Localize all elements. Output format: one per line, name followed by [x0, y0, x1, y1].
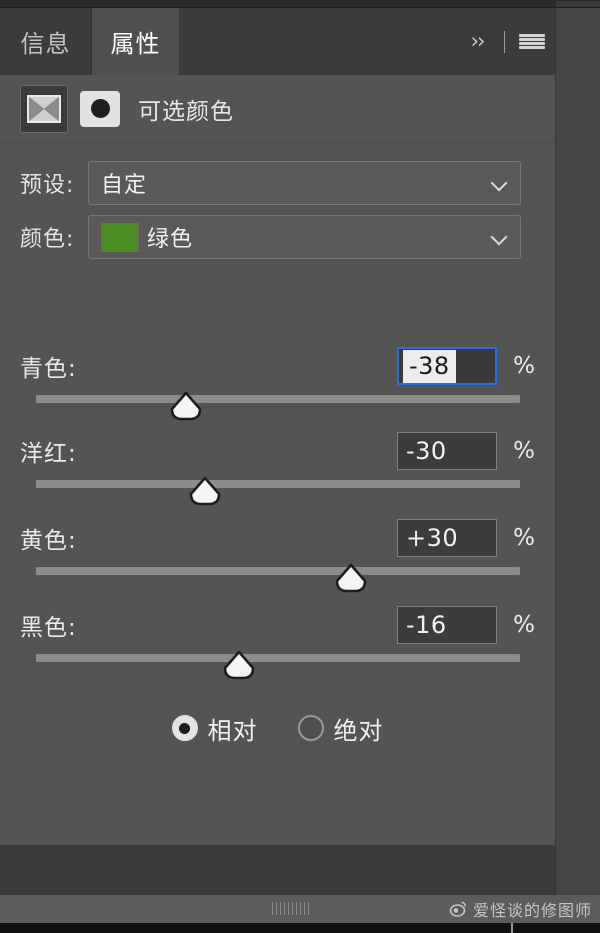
preset-value: 自定: [101, 173, 148, 198]
panel-tab-bar: 信息 属性 ››: [0, 8, 555, 75]
slider-header-magenta: 洋红: -30 %: [0, 428, 555, 474]
radio-relative[interactable]: 相对: [171, 711, 258, 746]
chevron-down-icon: [492, 176, 506, 190]
radio-relative-label: 相对: [207, 716, 258, 745]
window-bottom-edge: [0, 923, 600, 933]
colors-value: 绿色: [147, 227, 194, 252]
value-text-black: -16: [406, 611, 447, 639]
colors-label: 颜色:: [20, 227, 75, 252]
panel-right-gutter: [555, 8, 600, 895]
slider-thumb-magenta[interactable]: [188, 476, 222, 506]
slider-track-wrap-black[interactable]: [20, 648, 535, 684]
slider-label-cyan: 青色:: [20, 356, 77, 382]
radio-absolute-indicator: [297, 715, 324, 741]
mask-shape: [90, 99, 110, 118]
slider-thumb-yellow[interactable]: [334, 563, 368, 593]
panel-menu-icon[interactable]: [519, 32, 545, 52]
slider-track-black: [36, 654, 520, 662]
slider-header-yellow: 黄色: +30 %: [0, 515, 555, 561]
unit-yellow: %: [513, 525, 535, 551]
slider-row-yellow: 黄色: +30 %: [0, 515, 555, 600]
slider-row-magenta: 洋红: -30 %: [0, 428, 555, 513]
window-footer: 爱怪谈的修图师: [0, 895, 600, 923]
slider-header-cyan: 青色: -38 %: [0, 343, 555, 389]
value-input-black[interactable]: -16: [397, 606, 497, 644]
unit-magenta: %: [513, 438, 535, 464]
slider-track-wrap-magenta[interactable]: [20, 474, 535, 510]
photoshop-properties-panel: 信息 属性 ›› 可选颜色 预设: 自定 颜色: 绿色 青色: -38 % 洋红…: [0, 0, 600, 933]
slider-track-magenta: [36, 480, 520, 488]
adjustment-header: 可选颜色: [0, 75, 555, 143]
tab-properties[interactable]: 属性: [92, 8, 180, 75]
slider-track-wrap-cyan[interactable]: [20, 389, 535, 425]
value-input-magenta[interactable]: -30: [397, 432, 497, 470]
double-chevron-right-icon[interactable]: ››: [464, 29, 490, 55]
tab-properties-label: 属性: [110, 30, 161, 58]
colors-row: 颜色: 绿色: [0, 215, 555, 259]
preset-label: 预设:: [20, 173, 75, 198]
tab-info-label: 信息: [20, 30, 71, 58]
panel-tab-controls: ››: [464, 8, 545, 75]
value-input-yellow[interactable]: +30: [397, 519, 497, 557]
slider-header-black: 黑色: -16 %: [0, 602, 555, 648]
value-text-yellow: +30: [406, 524, 459, 552]
slider-row-cyan: 青色: -38 %: [0, 343, 555, 428]
radio-relative-indicator: [171, 715, 198, 741]
slider-label-black: 黑色:: [20, 615, 77, 641]
slider-label-yellow: 黄色:: [20, 528, 77, 554]
weibo-logo-icon: [449, 901, 466, 917]
control-divider: [504, 30, 505, 53]
color-swatch: [101, 222, 139, 252]
slider-thumb-black[interactable]: [222, 650, 256, 680]
properties-panel-body: 可选颜色 预设: 自定 颜色: 绿色 青色: -38 % 洋红: -30 % 黄…: [0, 75, 555, 933]
slider-row-black: 黑色: -16 %: [0, 602, 555, 687]
radio-absolute[interactable]: 绝对: [297, 711, 384, 746]
watermark: 爱怪谈的修图师: [449, 897, 592, 921]
unit-black: %: [513, 612, 535, 638]
chevron-down-icon: [492, 230, 506, 244]
watermark-text: 爱怪谈的修图师: [472, 901, 592, 920]
colors-select[interactable]: 绿色: [88, 215, 521, 259]
resize-grip-icon[interactable]: [272, 902, 312, 915]
unit-cyan: %: [513, 353, 535, 379]
adjustment-title: 可选颜色: [138, 98, 234, 125]
value-text-magenta: -30: [406, 437, 447, 465]
tab-info[interactable]: 信息: [0, 8, 92, 75]
value-text-cyan: -38: [403, 349, 456, 383]
selective-color-icon[interactable]: [20, 84, 68, 133]
window-bottom-caret: [511, 923, 513, 933]
method-radio-group: 相对 绝对: [0, 700, 555, 756]
window-top-strip: [0, 0, 600, 8]
slider-thumb-cyan[interactable]: [169, 391, 203, 421]
slider-label-magenta: 洋红:: [20, 441, 77, 467]
slider-track-yellow: [36, 567, 520, 575]
window-top-notch: [556, 1, 600, 7]
slider-track-cyan: [36, 395, 520, 403]
value-input-cyan[interactable]: -38: [397, 347, 497, 385]
preset-select[interactable]: 自定: [88, 161, 521, 205]
slider-track-wrap-yellow[interactable]: [20, 561, 535, 597]
radio-absolute-label: 绝对: [333, 716, 384, 745]
preset-row: 预设: 自定: [0, 161, 555, 205]
layer-mask-thumbnail[interactable]: [80, 90, 120, 127]
